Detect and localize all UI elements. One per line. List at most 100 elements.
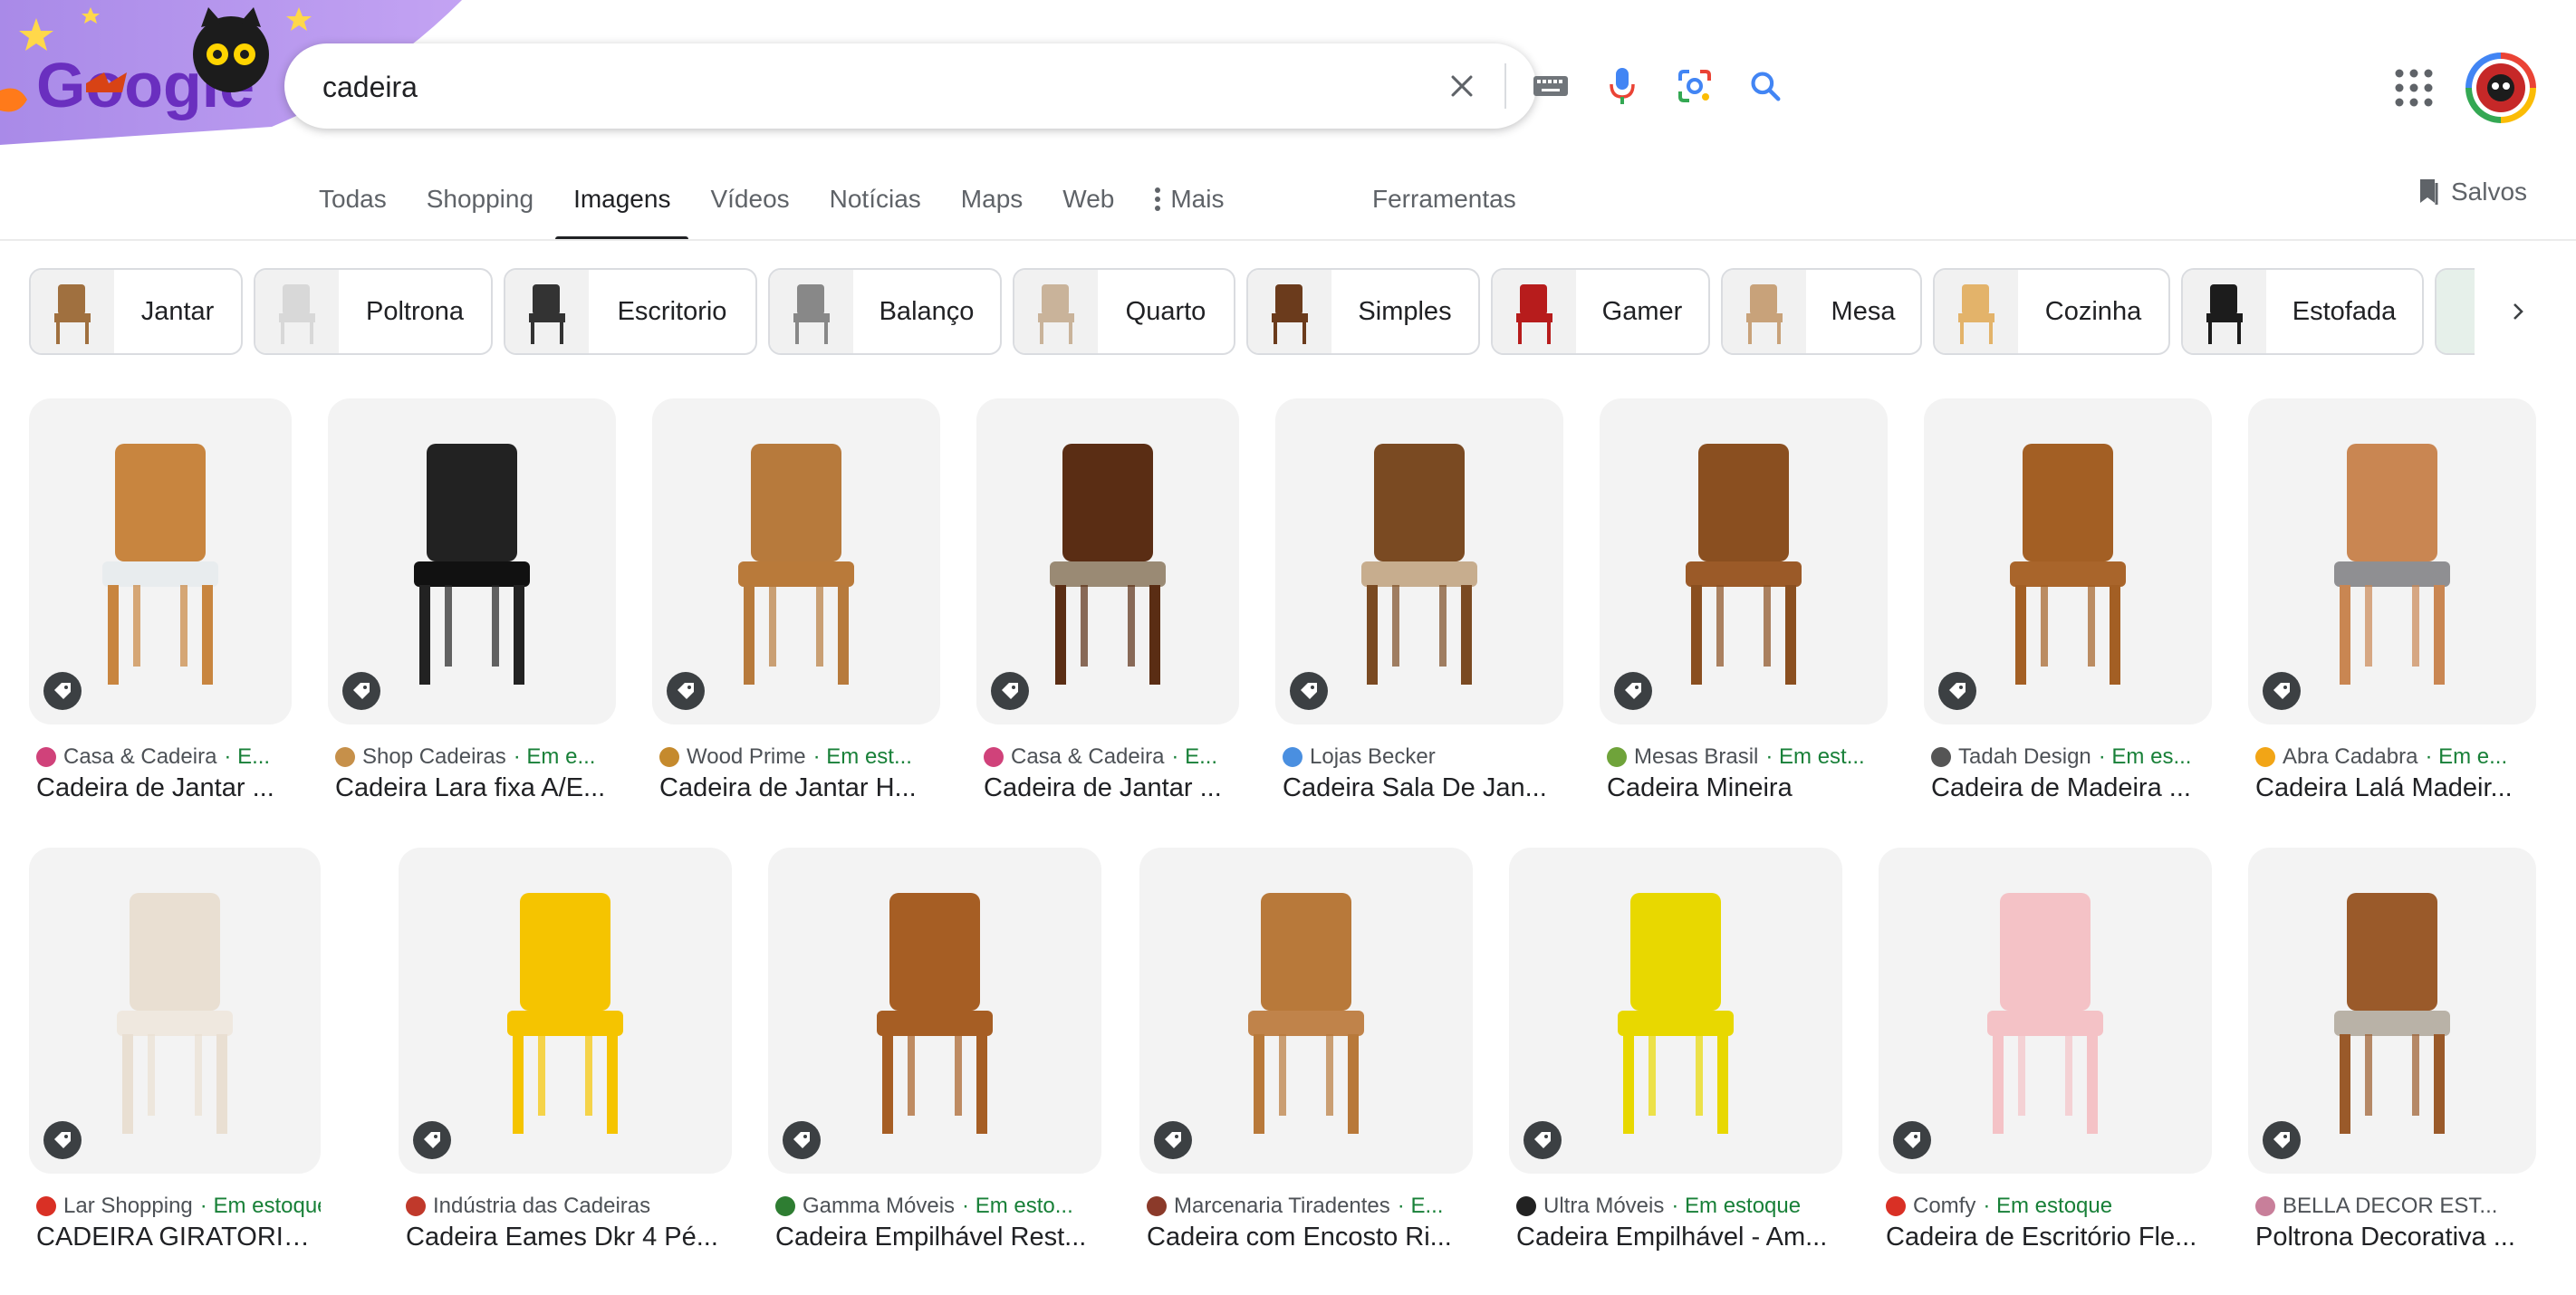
chip-estofada[interactable]: Estofada <box>2181 268 2424 355</box>
result-title[interactable]: Cadeira Lara fixa A/E... <box>335 773 616 803</box>
result-source[interactable]: Casa & Cadeira · E... <box>984 744 1239 770</box>
image-result-card[interactable]: Comfy · Em estoque Cadeira de Escritório… <box>1879 848 2212 1264</box>
chip-gamer[interactable]: Gamer <box>1491 268 1710 355</box>
result-title[interactable]: Cadeira de Madeira ... <box>1931 773 2212 803</box>
result-title[interactable]: Cadeira de Jantar ... <box>36 773 292 803</box>
tab-maps[interactable]: Maps <box>961 181 1023 241</box>
account-avatar[interactable] <box>2465 53 2536 123</box>
image-result-card[interactable]: Marcenaria Tiradentes · E... Cadeira com… <box>1139 848 1473 1264</box>
price-tag-icon <box>1614 672 1652 710</box>
result-source[interactable]: Lojas Becker <box>1283 744 1563 770</box>
source-favicon-icon <box>36 1196 56 1216</box>
chip-poltrona[interactable]: Poltrona <box>254 268 493 355</box>
tab-videos[interactable]: Vídeos <box>710 181 789 241</box>
result-title[interactable]: Cadeira com Encosto Ri... <box>1147 1223 1473 1252</box>
result-image[interactable] <box>1924 398 2212 724</box>
chip-jantar[interactable]: Jantar <box>29 268 243 355</box>
result-image[interactable] <box>1509 848 1842 1174</box>
image-result-card[interactable]: Mesas Brasil · Em est... Cadeira Mineira <box>1600 398 1888 815</box>
apps-grid-icon[interactable] <box>2393 67 2435 109</box>
result-title[interactable]: Cadeira Mineira <box>1607 773 1888 803</box>
image-result-card[interactable]: Lar Shopping · Em estoque CADEIRA GIRATO… <box>29 848 321 1264</box>
image-result-card[interactable]: Tadah Design · Em es... Cadeira de Madei… <box>1924 398 2212 815</box>
image-result-card[interactable]: Casa & Cadeira · E... Cadeira de Jantar … <box>976 398 1239 815</box>
chip-thumbnail <box>1493 270 1576 353</box>
result-title[interactable]: Poltrona Decorativa ... <box>2255 1223 2536 1252</box>
result-image[interactable] <box>399 848 732 1174</box>
result-image[interactable] <box>1139 848 1473 1174</box>
image-result-card[interactable]: BELLA DECOR EST... Poltrona Decorativa .… <box>2248 848 2536 1264</box>
result-title[interactable]: Cadeira Empilhável Rest... <box>775 1223 1101 1252</box>
result-image[interactable] <box>2248 848 2536 1174</box>
result-source[interactable]: Comfy · Em estoque <box>1886 1194 2212 1219</box>
image-result-card[interactable]: Lojas Becker Cadeira Sala De Jan... <box>1275 398 1563 815</box>
result-source[interactable]: Casa & Cadeira · E... <box>36 744 292 770</box>
google-lens-icon[interactable] <box>1663 43 1726 129</box>
result-title[interactable]: Cadeira Sala De Jan... <box>1283 773 1563 803</box>
image-result-card[interactable]: Shop Cadeiras · Em e... Cadeira Lara fix… <box>328 398 616 815</box>
result-title[interactable]: Cadeira Eames Dkr 4 Pé... <box>406 1223 732 1252</box>
result-title[interactable]: Cadeira Lalá Madeir... <box>2255 773 2536 803</box>
chip-cozinha[interactable]: Cozinha <box>1933 268 2170 355</box>
chip-mesa[interactable]: Mesa <box>1721 268 1922 355</box>
keyboard-icon[interactable] <box>1519 43 1582 129</box>
result-image[interactable] <box>1600 398 1888 724</box>
result-source[interactable]: Mesas Brasil · Em est... <box>1607 744 1888 770</box>
result-image[interactable] <box>1879 848 2212 1174</box>
result-source[interactable]: Marcenaria Tiradentes · E... <box>1147 1194 1473 1219</box>
tab-mais[interactable]: Mais <box>1154 181 1224 241</box>
chip-balanço[interactable]: Balanço <box>768 268 1002 355</box>
result-image[interactable] <box>652 398 940 724</box>
result-image[interactable] <box>328 398 616 724</box>
result-image[interactable] <box>976 398 1239 724</box>
tab-shopping[interactable]: Shopping <box>427 181 533 241</box>
chip-simples[interactable]: Simples <box>1246 268 1480 355</box>
result-source[interactable]: Indústria das Cadeiras <box>406 1194 732 1219</box>
result-image[interactable] <box>1275 398 1563 724</box>
result-image[interactable] <box>29 848 321 1174</box>
result-title[interactable]: Cadeira de Jantar H... <box>659 773 940 803</box>
stock-status: · Em est... <box>812 744 912 769</box>
result-title[interactable]: CADEIRA GIRATORIA M... <box>36 1223 321 1252</box>
tab-todas[interactable]: Todas <box>319 181 387 241</box>
chips-next-arrow-icon[interactable] <box>2496 290 2540 333</box>
chip-quarto[interactable]: Quarto <box>1013 268 1235 355</box>
result-image[interactable] <box>2248 398 2536 724</box>
price-tag-icon <box>1154 1121 1192 1159</box>
clear-icon[interactable] <box>1430 43 1494 129</box>
result-source[interactable]: Tadah Design · Em es... <box>1931 744 2212 770</box>
tools-button[interactable]: Ferramentas <box>1372 181 1516 217</box>
result-title[interactable]: Cadeira de Escritório Fle... <box>1886 1223 2212 1252</box>
price-tag-icon <box>2263 672 2301 710</box>
result-image[interactable] <box>768 848 1101 1174</box>
search-icon[interactable] <box>1734 43 1797 129</box>
result-title[interactable]: Cadeira de Jantar ... <box>984 773 1239 803</box>
source-favicon-icon <box>1931 747 1951 767</box>
result-source[interactable]: Abra Cadabra · Em e... <box>2255 744 2536 770</box>
result-source[interactable]: Wood Prime · Em est... <box>659 744 940 770</box>
image-result-card[interactable]: Casa & Cadeira · E... Cadeira de Jantar … <box>29 398 292 815</box>
chip-escritorio[interactable]: Escritorio <box>504 268 757 355</box>
image-result-card[interactable]: Gamma Móveis · Em esto... Cadeira Empilh… <box>768 848 1101 1264</box>
tab-noticias[interactable]: Notícias <box>830 181 921 241</box>
image-result-card[interactable]: Indústria das Cadeiras Cadeira Eames Dkr… <box>399 848 732 1264</box>
result-source[interactable]: BELLA DECOR EST... <box>2255 1194 2536 1219</box>
result-source[interactable]: Gamma Móveis · Em esto... <box>775 1194 1101 1219</box>
search-input[interactable] <box>321 43 1429 130</box>
image-result-card[interactable]: Wood Prime · Em est... Cadeira de Jantar… <box>652 398 940 815</box>
result-source[interactable]: Shop Cadeiras · Em e... <box>335 744 616 770</box>
chip-label: Quarto <box>1125 296 1206 326</box>
chip-partial[interactable] <box>2435 268 2475 355</box>
tab-web[interactable]: Web <box>1062 181 1114 241</box>
image-result-card[interactable]: Abra Cadabra · Em e... Cadeira Lalá Made… <box>2248 398 2536 815</box>
chip-thumbnail <box>1248 270 1331 353</box>
tab-imagens[interactable]: Imagens <box>554 181 689 241</box>
result-source[interactable]: Lar Shopping · Em estoque <box>36 1194 321 1219</box>
source-favicon-icon <box>2255 747 2275 767</box>
saved-button[interactable]: Salvos <box>2417 177 2527 206</box>
result-source[interactable]: Ultra Móveis · Em estoque <box>1516 1194 1842 1219</box>
result-image[interactable] <box>29 398 292 724</box>
microphone-icon[interactable] <box>1591 43 1654 129</box>
result-title[interactable]: Cadeira Empilhável - Am... <box>1516 1223 1842 1252</box>
image-result-card[interactable]: Ultra Móveis · Em estoque Cadeira Empilh… <box>1509 848 1842 1264</box>
